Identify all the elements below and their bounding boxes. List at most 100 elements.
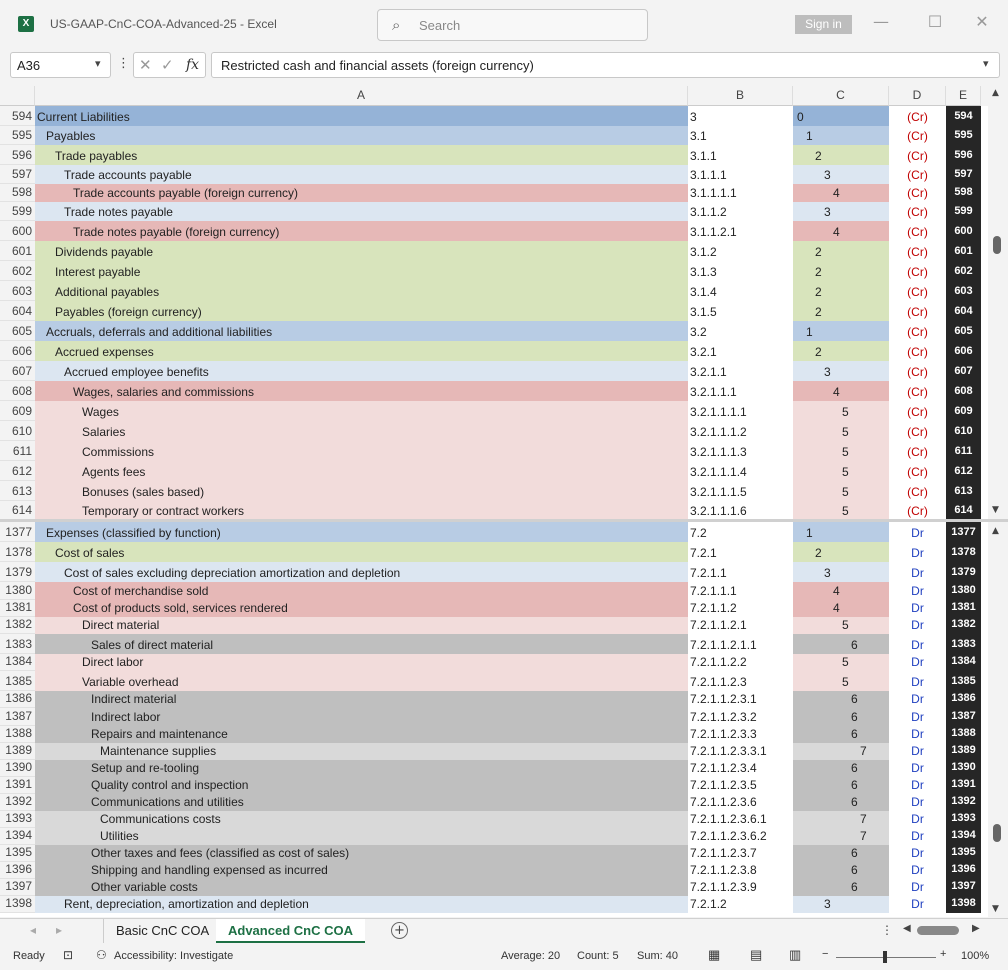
cell-level[interactable]: 4 [793, 184, 889, 202]
zoom-in-icon[interactable]: + [940, 948, 946, 960]
cell-account-name[interactable]: Interest payable [35, 261, 688, 281]
cell-row-ref[interactable]: 607 [946, 361, 981, 381]
cell-level[interactable]: 5 [793, 401, 889, 421]
cell-account-name[interactable]: Accrued expenses [35, 341, 688, 361]
cell-row-ref[interactable]: 614 [946, 501, 981, 519]
cell-account-name[interactable]: Temporary or contract workers [35, 501, 688, 519]
row-header[interactable]: 606 [0, 341, 35, 361]
row-header[interactable]: 1396 [0, 862, 35, 879]
row-header[interactable]: 609 [0, 401, 35, 421]
cell-level[interactable]: 7 [793, 743, 889, 760]
row-header[interactable]: 610 [0, 421, 35, 441]
cell-level[interactable]: 1 [793, 126, 889, 145]
cell-account-code[interactable]: 3.1.1.2 [688, 202, 793, 221]
scroll-down-icon[interactable]: ▼ [992, 505, 999, 515]
row-header[interactable]: 607 [0, 361, 35, 381]
select-all-corner[interactable] [0, 86, 35, 106]
cell-account-name[interactable]: Current Liabilities [35, 106, 688, 126]
cell-balance-side[interactable]: Dr [889, 600, 946, 617]
row-header[interactable]: 1385 [0, 671, 35, 691]
cell-account-name[interactable]: Payables (foreign currency) [35, 301, 688, 321]
cell-balance-side[interactable]: Dr [889, 760, 946, 777]
cell-account-code[interactable]: 3.1 [688, 126, 793, 145]
cell-balance-side[interactable]: Dr [889, 879, 946, 896]
cell-account-code[interactable]: 3.2.1.1.1.2 [688, 421, 793, 441]
maximize-icon[interactable]: ☐ [925, 12, 945, 31]
cell-row-ref[interactable]: 602 [946, 261, 981, 281]
cell-account-code[interactable]: 3.2.1.1 [688, 361, 793, 381]
cell-level[interactable]: 2 [793, 341, 889, 361]
tab-basic-cnc-coa[interactable]: Basic CnC COA [103, 919, 221, 943]
cell-row-ref[interactable]: 1390 [946, 760, 981, 777]
cell-account-code[interactable]: 3.1.3 [688, 261, 793, 281]
cell-level[interactable]: 5 [793, 501, 889, 519]
cell-row-ref[interactable]: 1385 [946, 671, 981, 691]
cell-row-ref[interactable]: 1379 [946, 562, 981, 582]
cell-account-code[interactable]: 7.2 [688, 522, 793, 542]
cell-account-code[interactable]: 3.1.1.1.1 [688, 184, 793, 202]
cell-row-ref[interactable]: 596 [946, 145, 981, 165]
more-options-icon[interactable]: ⋮ [117, 56, 130, 71]
cell-row-ref[interactable]: 1384 [946, 654, 981, 671]
cell-level[interactable]: 3 [793, 361, 889, 381]
cell-row-ref[interactable]: 611 [946, 441, 981, 461]
column-header-a[interactable]: A [35, 86, 688, 106]
cell-account-code[interactable]: 7.2.1.1.2 [688, 600, 793, 617]
row-header[interactable]: 1394 [0, 828, 35, 845]
zoom-level[interactable]: 100% [961, 950, 989, 962]
cell-balance-side[interactable]: Dr [889, 862, 946, 879]
cell-balance-side[interactable]: (Cr) [889, 281, 946, 301]
cell-row-ref[interactable]: 1380 [946, 582, 981, 600]
row-header[interactable]: 1384 [0, 654, 35, 671]
cell-level[interactable]: 2 [793, 301, 889, 321]
cell-account-name[interactable]: Cost of sales excluding depreciation amo… [35, 562, 688, 582]
name-box[interactable]: A36 ▾ [10, 52, 111, 78]
cell-balance-side[interactable]: (Cr) [889, 145, 946, 165]
cell-level[interactable]: 5 [793, 671, 889, 691]
row-header[interactable]: 1398 [0, 896, 35, 913]
cell-level[interactable]: 5 [793, 617, 889, 634]
cell-account-code[interactable]: 3.2.1.1.1.6 [688, 501, 793, 519]
row-header[interactable]: 1388 [0, 726, 35, 743]
close-icon[interactable]: ✕ [972, 12, 992, 31]
row-header[interactable]: 1395 [0, 845, 35, 862]
tab-scroll-right-icon[interactable]: ▸ [56, 923, 62, 937]
cell-account-name[interactable]: Direct labor [35, 654, 688, 671]
status-sum[interactable]: Sum: 40 [637, 950, 678, 962]
formula-input[interactable]: Restricted cash and financial assets (fo… [211, 52, 1000, 78]
cell-account-name[interactable]: Salaries [35, 421, 688, 441]
cell-row-ref[interactable]: 1382 [946, 617, 981, 634]
cell-level[interactable]: 3 [793, 896, 889, 913]
cell-row-ref[interactable]: 1389 [946, 743, 981, 760]
cell-row-ref[interactable]: 1393 [946, 811, 981, 828]
column-header-e[interactable]: E [946, 86, 981, 106]
row-header[interactable]: 1389 [0, 743, 35, 760]
cell-level[interactable]: 3 [793, 165, 889, 184]
cell-balance-side[interactable]: Dr [889, 811, 946, 828]
cell-account-code[interactable]: 3.2.1 [688, 341, 793, 361]
vertical-scrollbar-top[interactable]: ▲ ▼ [988, 86, 1008, 519]
row-header[interactable]: 1382 [0, 617, 35, 634]
cell-account-name[interactable]: Sales of direct material [35, 634, 688, 654]
cell-account-name[interactable]: Additional payables [35, 281, 688, 301]
row-header[interactable]: 1380 [0, 582, 35, 600]
cell-row-ref[interactable]: 1386 [946, 691, 981, 708]
cell-balance-side[interactable]: (Cr) [889, 202, 946, 221]
cell-level[interactable]: 4 [793, 582, 889, 600]
cell-account-name[interactable]: Agents fees [35, 461, 688, 481]
cell-balance-side[interactable]: (Cr) [889, 461, 946, 481]
scroll-thumb[interactable] [993, 236, 1001, 254]
accessibility-icon[interactable]: ⚇ [96, 948, 107, 962]
row-header[interactable]: 1379 [0, 562, 35, 582]
row-header[interactable]: 603 [0, 281, 35, 301]
cell-account-name[interactable]: Bonuses (sales based) [35, 481, 688, 501]
cancel-icon[interactable]: ✕ [139, 56, 152, 74]
cell-balance-side[interactable]: (Cr) [889, 441, 946, 461]
search-box[interactable]: ⌕ Search [377, 9, 648, 41]
cell-account-code[interactable]: 7.2.1.1.2.3.4 [688, 760, 793, 777]
cell-account-code[interactable]: 7.2.1.1.2.2 [688, 654, 793, 671]
cell-row-ref[interactable]: 598 [946, 184, 981, 202]
cell-account-code[interactable]: 7.2.1.1.2.3.6.1 [688, 811, 793, 828]
cell-row-ref[interactable]: 606 [946, 341, 981, 361]
cell-row-ref[interactable]: 1383 [946, 634, 981, 654]
